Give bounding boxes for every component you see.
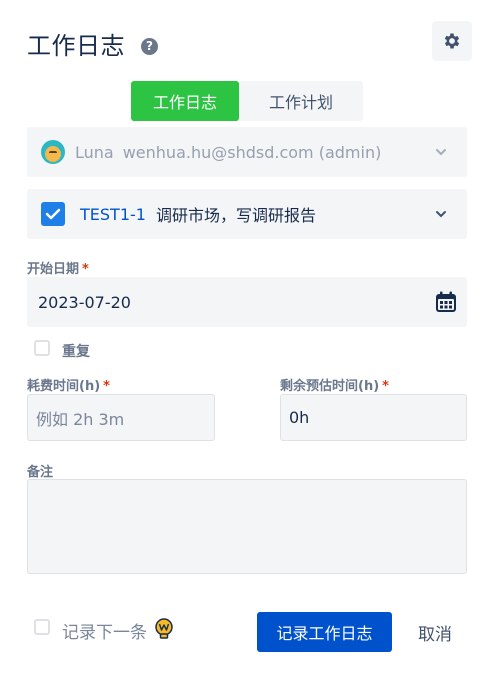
chevron-down-icon: [436, 149, 446, 156]
tab-workplan[interactable]: 工作计划: [239, 81, 363, 121]
cancel-button[interactable]: 取消: [408, 612, 462, 652]
submit-worklog-button[interactable]: 记录工作日志: [257, 612, 392, 652]
gear-icon: [444, 33, 460, 49]
required-mark: *: [82, 262, 89, 277]
required-mark: *: [382, 379, 389, 394]
start-date-value: 2023-07-20: [38, 292, 131, 312]
required-mark: *: [103, 379, 110, 394]
lightbulb-icon[interactable]: [154, 618, 174, 640]
user-name: Luna: [75, 142, 114, 162]
log-next-checkbox[interactable]: [34, 619, 50, 635]
repeat-label: 重复: [62, 344, 90, 360]
notes-textarea[interactable]: [27, 479, 467, 574]
calendar-icon[interactable]: [434, 290, 458, 314]
time-spent-input[interactable]: 例如 2h 3m: [27, 394, 215, 441]
start-date-label: 开始日期 *: [27, 262, 89, 277]
task-key[interactable]: TEST1-1: [80, 205, 146, 224]
settings-button[interactable]: [432, 21, 472, 61]
help-icon[interactable]: ?: [141, 38, 158, 55]
log-next-label: 记录下一条: [62, 623, 147, 643]
chevron-down-icon: [436, 211, 446, 218]
mode-tabs: 工作日志 工作计划: [131, 81, 363, 121]
remaining-estimate-input[interactable]: 0h: [280, 394, 467, 441]
remaining-estimate-label: 剩余预估时间(h) *: [280, 379, 389, 394]
start-date-field[interactable]: 2023-07-20: [27, 277, 467, 327]
tab-worklog[interactable]: 工作日志: [131, 81, 239, 121]
checkmark-icon: [45, 208, 61, 220]
user-email: wenhua.hu@shdsd.com (admin): [122, 142, 382, 162]
avatar: [41, 140, 65, 164]
task-summary: 调研市场，写调研报告: [155, 206, 316, 225]
page-title: 工作日志: [27, 32, 125, 60]
repeat-checkbox[interactable]: [34, 340, 50, 356]
notes-label: 备注: [27, 465, 54, 480]
time-spent-label: 耗费时间(h) *: [27, 379, 110, 394]
task-checkbox[interactable]: [41, 202, 65, 226]
user-select[interactable]: Luna wenhua.hu@shdsd.com (admin): [27, 127, 467, 177]
task-select[interactable]: TEST1-1 调研市场，写调研报告: [27, 189, 467, 239]
